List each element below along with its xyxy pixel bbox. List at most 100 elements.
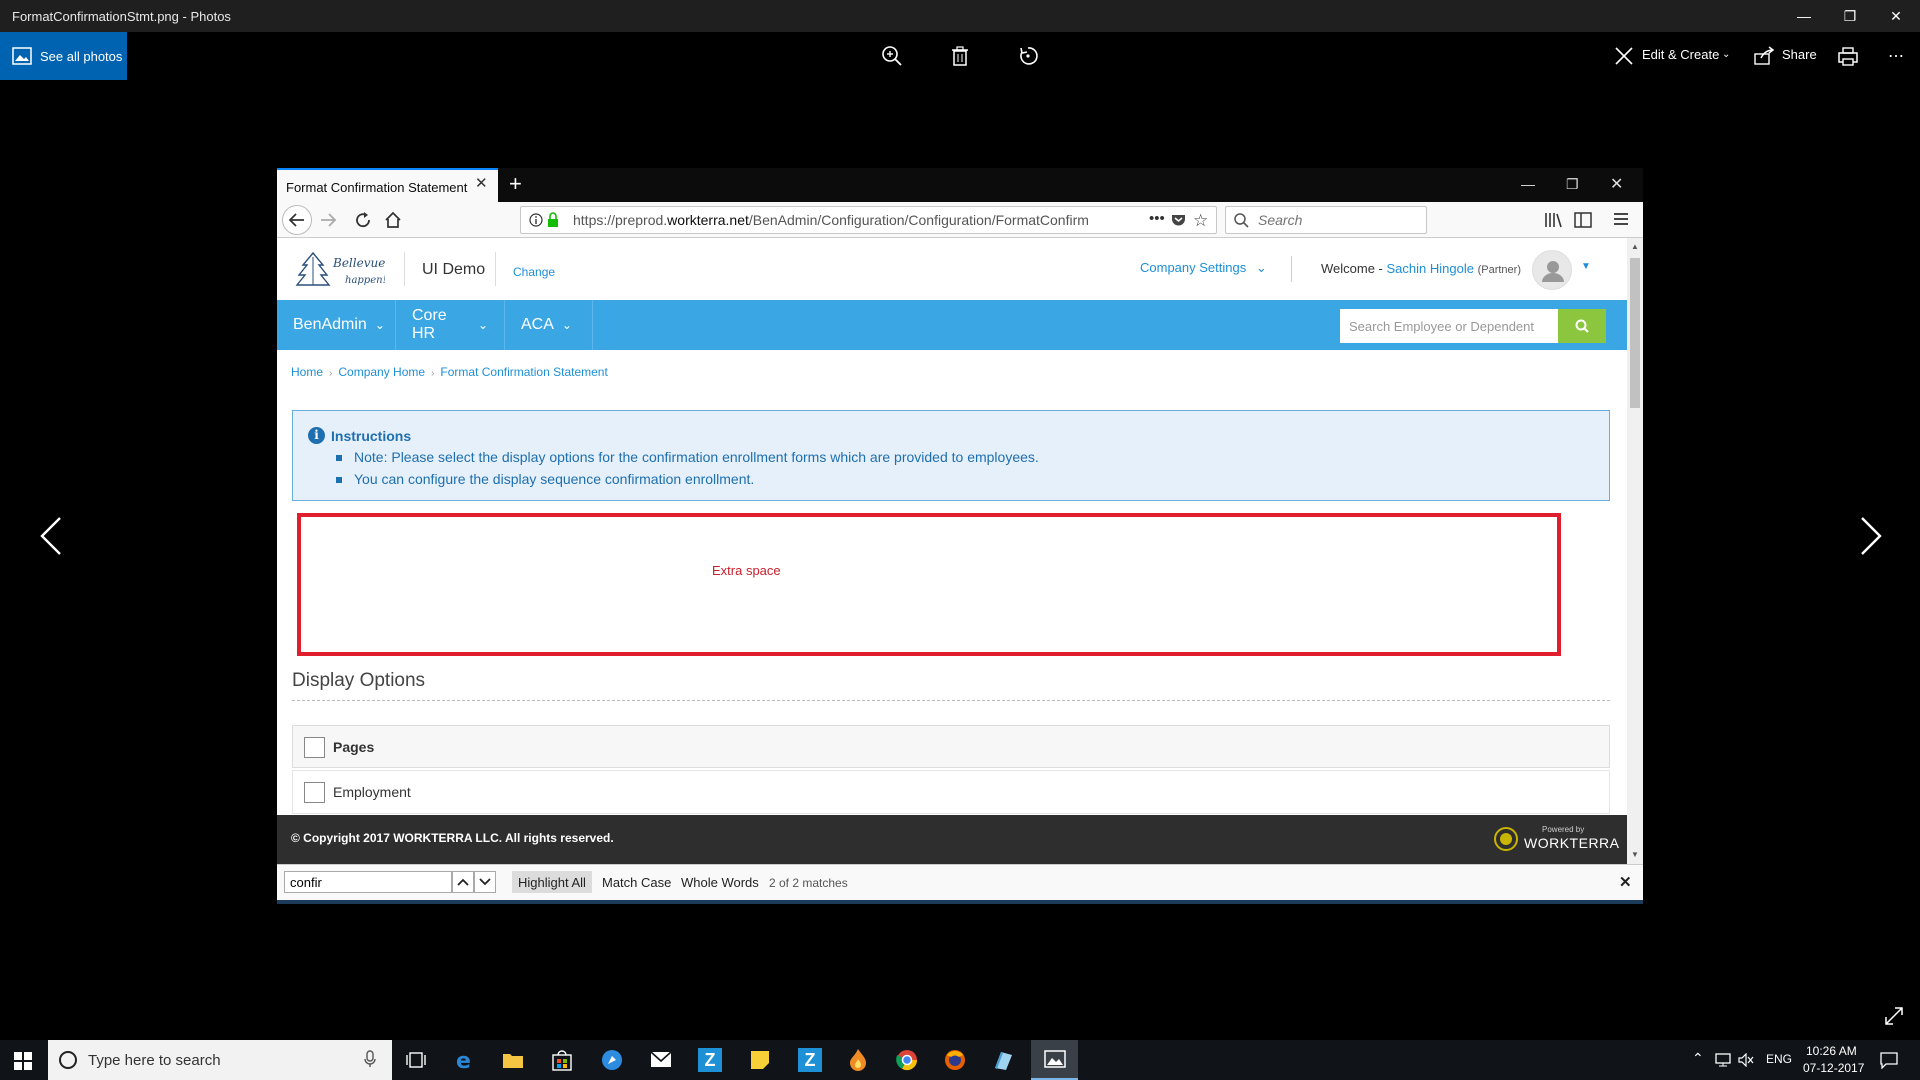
nav-label: ACA (521, 316, 554, 333)
reload-icon[interactable] (354, 211, 372, 229)
taskbar-search-placeholder: Type here to search (88, 1052, 221, 1069)
find-next-button[interactable] (474, 871, 496, 893)
mail-icon[interactable] (650, 1051, 672, 1069)
browser-minimize-icon[interactable]: — (1521, 176, 1535, 192)
firefox-icon[interactable] (944, 1049, 966, 1071)
share-label[interactable]: Share (1782, 47, 1817, 62)
employee-search-input[interactable]: Search Employee or Dependent (1340, 309, 1560, 343)
tab-title: Format Confirmation Statement (286, 180, 468, 195)
compass-app-icon[interactable] (601, 1049, 623, 1071)
chrome-icon[interactable] (896, 1049, 918, 1071)
breadcrumb-current[interactable]: Format Confirmation Statement (440, 365, 607, 379)
rotate-icon[interactable] (1016, 44, 1040, 68)
share-icon[interactable] (1752, 44, 1776, 68)
store-icon[interactable] (552, 1049, 572, 1071)
action-center-icon[interactable] (1880, 1052, 1898, 1069)
browser-restore-icon[interactable]: ❐ (1566, 176, 1579, 193)
book-app-icon[interactable] (992, 1049, 1014, 1071)
svg-text:happen!: happen! (345, 275, 385, 286)
bellevue-logo[interactable]: Bellevue happen! (295, 249, 385, 289)
microphone-icon[interactable] (364, 1050, 376, 1068)
see-all-photos-button[interactable]: See all photos (0, 32, 127, 80)
zoom-z-app-icon[interactable]: Z (798, 1048, 822, 1072)
minimize-button[interactable]: — (1781, 0, 1827, 32)
nav-item-core-hr[interactable]: Core HR ⌄ (396, 300, 505, 350)
taskbar-search-box[interactable]: Type here to search (48, 1040, 392, 1080)
browser-close-icon[interactable]: ✕ (1610, 174, 1623, 194)
nav-item-benadmin[interactable]: BenAdmin ⌄ (277, 300, 396, 350)
find-input[interactable]: confir (284, 871, 452, 893)
language-indicator[interactable]: ENG (1766, 1052, 1792, 1066)
tray-chevron-up-icon[interactable]: ⌃ (1692, 1050, 1704, 1067)
user-name[interactable]: Sachin Hingole (1387, 261, 1474, 276)
breadcrumb-home[interactable]: Home (291, 365, 323, 379)
change-company-link[interactable]: Change (513, 265, 555, 279)
employment-checkbox[interactable] (304, 782, 325, 803)
back-arrow-icon[interactable] (282, 205, 312, 235)
hamburger-menu-icon[interactable] (1613, 212, 1629, 226)
find-previous-button[interactable] (452, 871, 474, 893)
tab-close-icon[interactable]: ✕ (475, 174, 488, 192)
option-label: Pages (333, 739, 375, 755)
clock-time[interactable]: 10:26 AM (1806, 1044, 1857, 1058)
network-icon[interactable] (1715, 1053, 1731, 1067)
task-view-icon[interactable] (406, 1052, 426, 1068)
delete-icon[interactable] (948, 44, 972, 68)
previous-photo-arrow-icon[interactable] (32, 512, 72, 560)
volume-muted-icon[interactable] (1738, 1053, 1754, 1067)
browser-tab[interactable]: Format Confirmation Statement (277, 168, 498, 202)
info-icon: i (308, 427, 325, 444)
more-options-icon[interactable]: ⋯ (1884, 44, 1908, 68)
url-bar[interactable]: https://preprod.workterra.net/BenAdmin/C… (520, 206, 1217, 234)
info-icon[interactable] (529, 213, 543, 227)
employee-search-button[interactable] (1558, 309, 1606, 343)
scroll-up-icon[interactable]: ▲ (1631, 242, 1639, 251)
browser-search-bar[interactable]: Search (1225, 206, 1427, 234)
bookmark-star-icon[interactable]: ☆ (1193, 211, 1208, 231)
print-icon[interactable] (1836, 44, 1860, 68)
nav-item-aca[interactable]: ACA ⌄ (505, 300, 593, 350)
flame-app-icon[interactable] (847, 1048, 869, 1072)
file-explorer-icon[interactable] (502, 1050, 524, 1070)
browser-navbar: https://preprod.workterra.net/BenAdmin/C… (277, 202, 1643, 238)
app-header: Bellevue happen! UI Demo Change Company … (277, 238, 1627, 300)
clock-date[interactable]: 07-12-2017 (1803, 1061, 1864, 1075)
sticky-notes-icon[interactable] (750, 1050, 770, 1070)
windows-start-icon[interactable] (14, 1052, 32, 1070)
user-menu-caret-icon[interactable]: ▼ (1581, 261, 1591, 272)
fullscreen-icon[interactable] (1884, 1006, 1904, 1026)
highlight-all-toggle[interactable]: Highlight All (512, 871, 592, 893)
close-button[interactable]: ✕ (1873, 0, 1919, 32)
powered-by-brand: WORKTERRA (1524, 835, 1620, 851)
breadcrumb: Home › Company Home › Format Confirmation St… (291, 365, 608, 379)
pocket-icon[interactable] (1171, 213, 1186, 227)
scroll-thumb[interactable] (1630, 258, 1640, 408)
photos-taskbar-icon[interactable] (1031, 1040, 1078, 1080)
zoom-z-app-icon[interactable]: Z (698, 1048, 722, 1072)
breadcrumb-company-home[interactable]: Company Home (338, 365, 425, 379)
edit-create-label[interactable]: Edit & Create (1642, 47, 1719, 62)
restore-button[interactable]: ❐ (1827, 0, 1873, 32)
company-settings-menu[interactable]: Company Settings ⌄ (1140, 260, 1267, 276)
display-options-title: Display Options (292, 670, 426, 691)
zoom-icon[interactable] (880, 44, 904, 68)
next-photo-arrow-icon[interactable] (1850, 512, 1890, 560)
edge-app-icon[interactable]: e (455, 1049, 477, 1071)
pages-checkbox[interactable] (304, 737, 325, 758)
library-icon[interactable] (1544, 212, 1562, 228)
avatar[interactable] (1532, 250, 1572, 290)
sidebar-icon[interactable] (1574, 212, 1592, 228)
powered-by-text: Powered by (1542, 825, 1585, 834)
new-tab-icon[interactable]: + (509, 171, 522, 197)
edit-create-icon[interactable] (1612, 44, 1636, 68)
find-close-icon[interactable]: ✕ (1619, 873, 1632, 891)
forward-arrow-icon[interactable] (320, 213, 336, 227)
whole-words-toggle[interactable]: Whole Words (675, 871, 765, 893)
nav-label: Core HR (412, 307, 447, 342)
company-name: UI Demo (422, 261, 486, 278)
scroll-down-icon[interactable]: ▼ (1631, 850, 1639, 859)
match-case-toggle[interactable]: Match Case (596, 871, 677, 893)
home-icon[interactable] (384, 211, 402, 229)
page-scrollbar[interactable]: ▲ ▼ (1627, 238, 1643, 864)
page-actions-icon[interactable]: ••• (1143, 210, 1165, 227)
